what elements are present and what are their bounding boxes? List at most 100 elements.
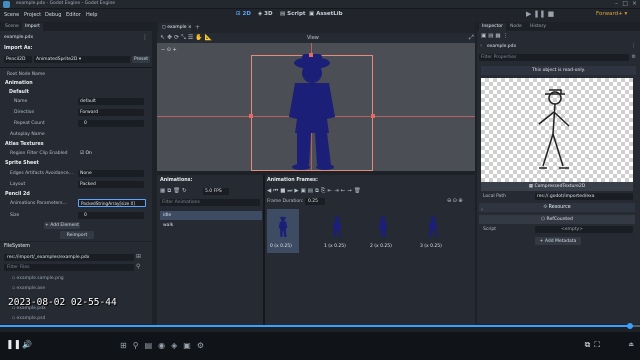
size-field[interactable]: 0: [78, 212, 144, 219]
close-window-icon[interactable]: ×: [632, 0, 637, 7]
filter-animations-input[interactable]: Filter Animations: [160, 199, 260, 206]
atlas-textures-section[interactable]: Atlas Textures: [5, 142, 44, 147]
expand-icon[interactable]: ›: [481, 207, 483, 213]
video-scrub-handle[interactable]: [627, 323, 633, 329]
frame-cell[interactable]: 1 (x 0.25): [321, 209, 353, 253]
default-section[interactable]: Default: [9, 90, 29, 95]
character-sprite[interactable]: [269, 53, 355, 171]
tab-example[interactable]: ◻ example ×: [159, 23, 192, 33]
resize-handle[interactable]: [249, 114, 253, 118]
script-field[interactable]: <empty>: [535, 226, 633, 233]
menu-project[interactable]: Project: [24, 12, 41, 18]
inspector-object-row[interactable]: ‹ example.pdx: [479, 43, 629, 51]
mode-assetlib-button[interactable]: ▣ AssetLib: [309, 11, 343, 17]
fullscreen-icon[interactable]: ⛶: [594, 340, 604, 349]
animations-parameters-field[interactable]: PackedStringArray[size 0]: [78, 199, 146, 207]
canvas-viewport[interactable]: − ⊙ +: [157, 43, 475, 171]
layout-dropdown[interactable]: Packed: [78, 181, 144, 188]
viewport-tools[interactable]: ↖✥⟳⤡☰✋📐: [160, 34, 214, 42]
animation-section[interactable]: Animation: [5, 81, 33, 86]
godot-taskbar-icon[interactable]: ◈: [171, 341, 183, 350]
tab-inspector[interactable]: Inspector: [479, 23, 506, 31]
frames-zoom-controls[interactable]: ⊖⊙⊕: [447, 198, 464, 204]
panel-splitter[interactable]: [263, 175, 265, 325]
resource-section-header[interactable]: ⟐ Resource: [479, 203, 635, 212]
reimport-button[interactable]: Reimport: [60, 231, 94, 239]
renderer-selector[interactable]: Forward+ ▾: [596, 11, 627, 17]
sprite-sheet-section[interactable]: Sprite Sheet: [5, 161, 39, 166]
animation-list-item-walk[interactable]: walk: [160, 221, 262, 230]
menu-debug[interactable]: Debug: [45, 12, 61, 18]
view-menu[interactable]: View: [307, 35, 319, 41]
zoom-controls[interactable]: − ⊙ +: [161, 47, 177, 53]
tab-history[interactable]: History: [527, 23, 549, 31]
frame-duration-field[interactable]: 0.25: [305, 198, 325, 205]
filter-properties-input[interactable]: Filter Properties: [479, 54, 629, 61]
ruler-tool-icon[interactable]: 📐: [205, 34, 214, 41]
menu-help[interactable]: Help: [86, 12, 97, 18]
tab-node[interactable]: Node: [507, 23, 525, 31]
edges-artifacts-dropdown[interactable]: None: [78, 170, 144, 177]
pip-icon[interactable]: ⧉: [585, 340, 595, 349]
menu-scene[interactable]: Scene: [4, 12, 19, 18]
save-resource-icon[interactable]: ▦: [495, 33, 502, 39]
local-path-field[interactable]: res://.godot/imported/exa: [535, 193, 633, 200]
pan-tool-icon[interactable]: ✋: [195, 34, 204, 41]
import-menu-icon[interactable]: ⋮: [142, 34, 148, 41]
mode-script-button[interactable]: ▤ Script: [280, 11, 306, 17]
start-icon[interactable]: ⊞: [120, 341, 133, 350]
refcounted-header[interactable]: ⬡ RefCounted: [479, 215, 635, 224]
file-explorer-icon[interactable]: ▤: [145, 341, 159, 350]
add-frame-file-icon[interactable]: ▣: [301, 188, 308, 194]
fps-field[interactable]: 5.0 FPS: [203, 188, 229, 195]
add-metadata-button[interactable]: + Add Metadata: [535, 237, 581, 245]
tab-import[interactable]: Import: [22, 23, 43, 31]
direction-dropdown[interactable]: Forward: [78, 109, 144, 116]
mode-2d-button[interactable]: ⊡ 2D: [236, 11, 251, 17]
delete-animation-icon[interactable]: 🗑: [173, 188, 182, 194]
add-scene-tab-icon[interactable]: +: [195, 24, 200, 31]
frame-cell[interactable]: 2 (x 0.25): [367, 209, 399, 253]
pencil-2d-section[interactable]: Pencil 2d: [5, 192, 30, 197]
add-frame-sheet-icon[interactable]: ▤: [308, 188, 315, 194]
frame-cell[interactable]: 0 (x 0.25): [267, 209, 299, 253]
settings-taskbar-icon[interactable]: ⚙: [197, 341, 210, 350]
maximize-icon[interactable]: □: [622, 0, 628, 7]
insert-before-icon[interactable]: ⇤: [327, 188, 334, 194]
filesystem-filter-input[interactable]: Filter Files: [4, 264, 134, 271]
play-pause-icon[interactable]: ❚❚: [6, 340, 21, 350]
settings-icon[interactable]: ⚙: [632, 54, 636, 60]
region-filter-toggle[interactable]: ☑ On: [80, 151, 92, 156]
terminal-icon[interactable]: ▣: [183, 341, 197, 350]
name-field[interactable]: default: [78, 98, 144, 105]
filter-icon[interactable]: ⚲: [136, 263, 140, 270]
file-item[interactable]: ▫ example.psd: [12, 316, 45, 321]
more-icon[interactable]: ⋮: [503, 33, 511, 39]
split-mode-icon[interactable]: ⊞: [136, 253, 141, 260]
scale-tool-icon[interactable]: ⤡: [181, 34, 188, 41]
loop-icon[interactable]: ↻: [182, 188, 189, 194]
system-tray[interactable]: ⏏: [628, 341, 634, 348]
play-icon[interactable]: ▶: [526, 10, 531, 18]
move-tool-icon[interactable]: ✥: [167, 34, 174, 41]
resize-handle[interactable]: [371, 114, 375, 118]
close-tab-icon[interactable]: ×: [188, 25, 192, 30]
browser-icon[interactable]: ◉: [158, 341, 171, 350]
file-item[interactable]: ▫ example.ase: [12, 286, 45, 291]
select-tool-icon[interactable]: ↖: [160, 34, 167, 41]
import-type-dropdown[interactable]: AnimatedSprite2D ▾: [34, 56, 130, 63]
resize-handle[interactable]: [309, 53, 313, 57]
move-right-icon[interactable]: →: [347, 188, 354, 194]
add-element-button[interactable]: + Add Element: [44, 222, 80, 229]
preset-button[interactable]: Preset: [132, 56, 150, 63]
minimize-icon[interactable]: –: [615, 0, 618, 7]
pause-icon[interactable]: ❚❚: [534, 10, 546, 18]
mode-3d-button[interactable]: ◈ 3D: [258, 11, 273, 17]
repeat-count-field[interactable]: 0: [78, 120, 144, 127]
search-icon[interactable]: ⚲: [133, 341, 145, 350]
filesystem-path-field[interactable]: res://import/_examples/example.pdx: [4, 254, 134, 261]
animation-list-item-idle[interactable]: idle: [160, 211, 262, 220]
tab-scene[interactable]: Scene: [2, 23, 22, 31]
distraction-free-icon[interactable]: ⤢: [469, 34, 474, 42]
delete-frame-icon[interactable]: 🗑: [354, 188, 363, 194]
